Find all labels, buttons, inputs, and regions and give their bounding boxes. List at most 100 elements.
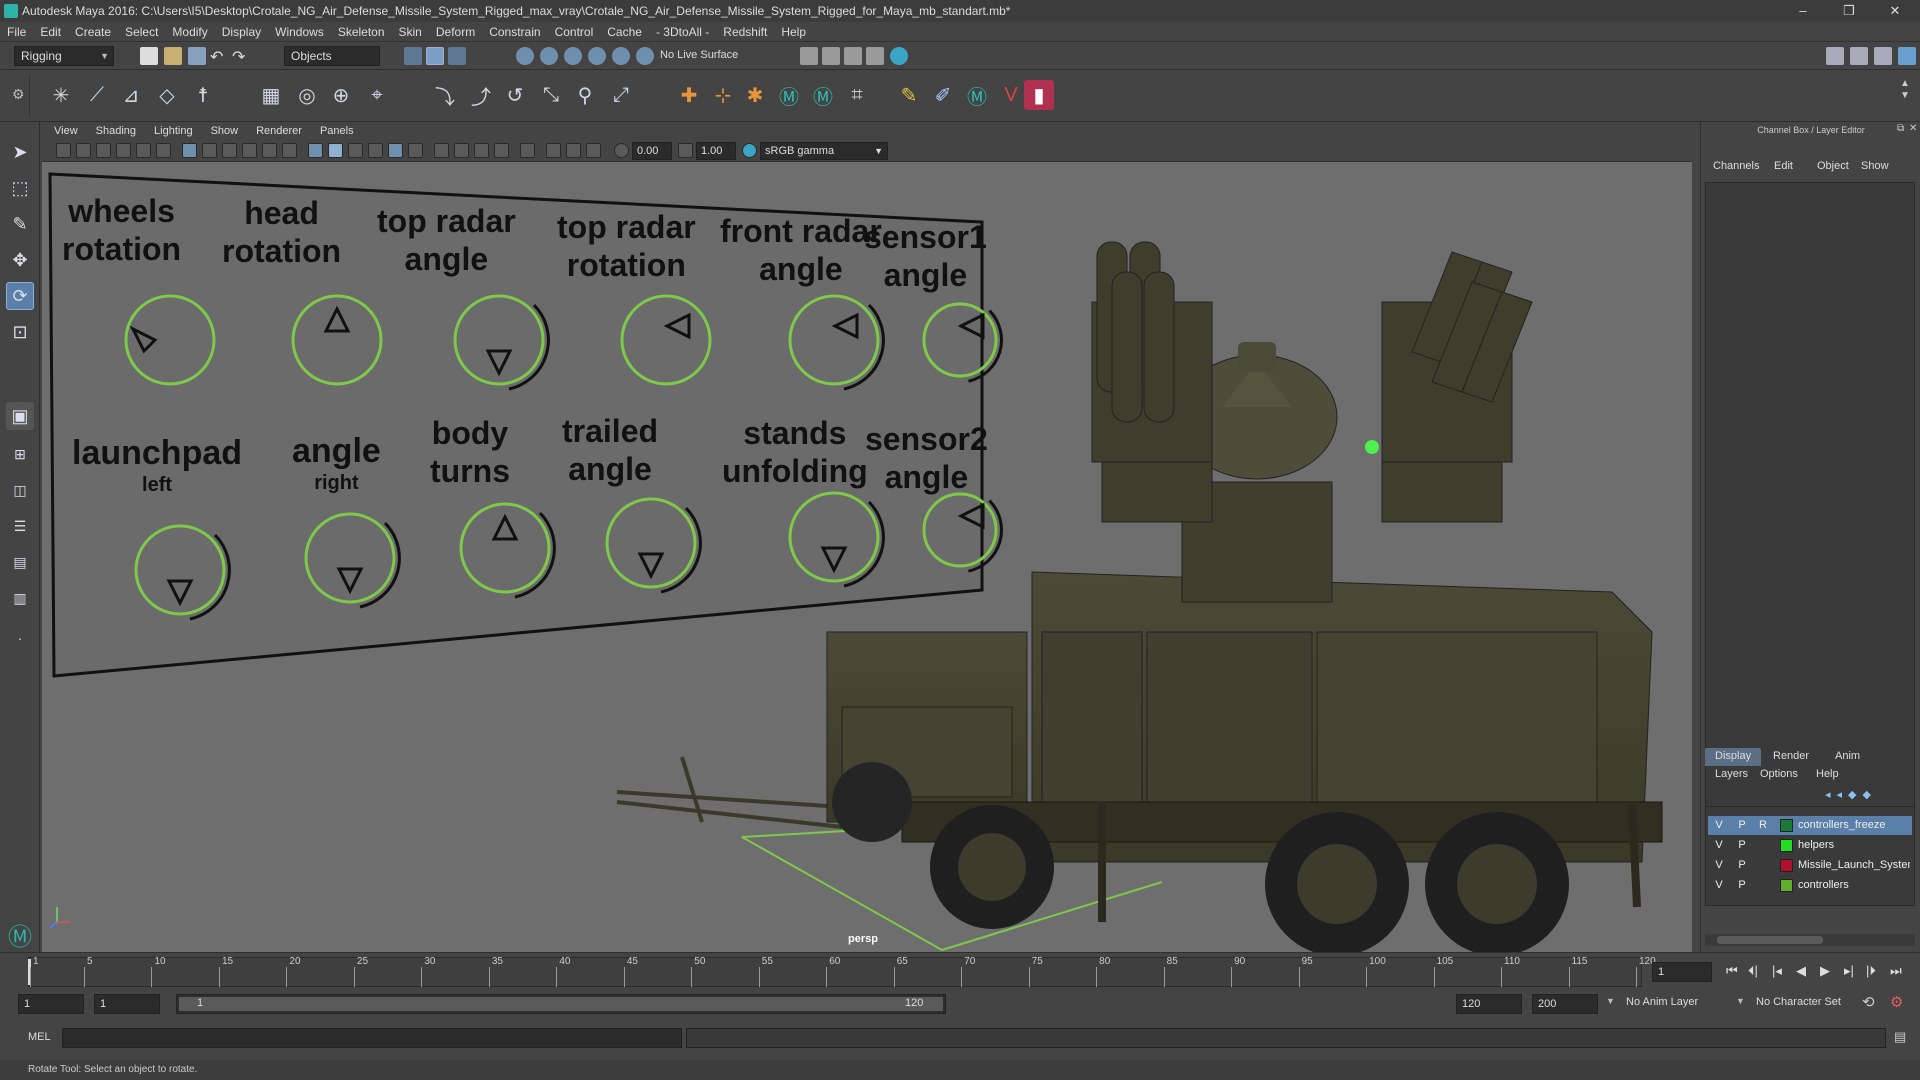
- range-slider[interactable]: 1 120: [176, 994, 946, 1014]
- color-management-icon[interactable]: [742, 143, 757, 158]
- panel-menu-show[interactable]: Show: [202, 122, 248, 140]
- render-view-icon[interactable]: [800, 47, 818, 65]
- tab-anim[interactable]: Anim: [1821, 748, 1877, 766]
- snap-point-icon[interactable]: [564, 47, 582, 65]
- auto-key-icon[interactable]: ⟲: [1862, 993, 1875, 1011]
- modeling-toolkit-icon[interactable]: [1826, 47, 1844, 65]
- tab-render[interactable]: Render: [1763, 748, 1819, 766]
- menu-skin[interactable]: Skin: [392, 22, 429, 42]
- resolution-gate-icon[interactable]: [222, 143, 237, 158]
- panel-menu-view[interactable]: View: [42, 122, 87, 140]
- four-view-layout-icon[interactable]: ⊞: [6, 440, 34, 468]
- go-to-end-icon[interactable]: ⏭: [1890, 963, 1902, 979]
- outliner-layout-icon[interactable]: ☰: [6, 512, 34, 540]
- character-set-dropdown[interactable]: No Character Set: [1756, 996, 1841, 1008]
- panel-menu-lighting[interactable]: Lighting: [145, 122, 202, 140]
- ik-handle-icon[interactable]: ⟋: [82, 80, 112, 110]
- layer-playback-toggle[interactable]: P: [1734, 836, 1750, 855]
- add-attribute-icon[interactable]: ⊹: [708, 80, 738, 110]
- render-settings-icon[interactable]: [866, 47, 884, 65]
- exposure-icon[interactable]: [614, 143, 629, 158]
- menu-select[interactable]: Select: [118, 22, 165, 42]
- layer-row[interactable]: V P Missile_Launch_System: [1708, 856, 1912, 875]
- channel-show-menu[interactable]: Show: [1861, 160, 1889, 172]
- live-surface-label[interactable]: No Live Surface: [660, 49, 738, 61]
- layer-row[interactable]: V Pcontrollers: [1708, 876, 1912, 895]
- menu-constrain[interactable]: Constrain: [482, 22, 547, 42]
- two-view-layout-icon[interactable]: ◫: [6, 476, 34, 504]
- select-object-icon[interactable]: [426, 47, 444, 65]
- wireframe-icon[interactable]: [308, 143, 323, 158]
- gate-mask-icon[interactable]: [242, 143, 257, 158]
- panel-menu-shading[interactable]: Shading: [87, 122, 145, 140]
- lattice-icon[interactable]: ▦: [256, 80, 286, 110]
- channels-menu[interactable]: Channels: [1713, 160, 1759, 172]
- channel-box-icon[interactable]: [1898, 47, 1916, 65]
- aim-constraint-icon[interactable]: ⤴: [466, 80, 496, 110]
- play-backward-icon[interactable]: ◀: [1796, 963, 1806, 979]
- layer-row[interactable]: V Phelpers: [1708, 836, 1912, 855]
- single-view-layout-icon[interactable]: ▣: [6, 402, 34, 430]
- menu-windows[interactable]: Windows: [268, 22, 331, 42]
- minimize-button[interactable]: –: [1780, 0, 1826, 22]
- gamma-field[interactable]: 1.00: [696, 142, 736, 160]
- channel-object-menu[interactable]: Object: [1817, 160, 1849, 172]
- layers-menu[interactable]: Layers: [1715, 768, 1748, 780]
- panel-menu-panels[interactable]: Panels: [311, 122, 363, 140]
- menuset-dropdown[interactable]: Rigging ▼: [14, 46, 114, 66]
- maya-tool-icon-2[interactable]: Ⓜ: [808, 80, 838, 110]
- anim-layer-dropdown[interactable]: No Anim Layer: [1626, 996, 1698, 1008]
- playback-end-field[interactable]: 120: [1456, 994, 1522, 1014]
- move-tool-icon[interactable]: ✥: [6, 246, 34, 274]
- snap-grid-icon[interactable]: [516, 47, 534, 65]
- snap-pivot-icon[interactable]: [636, 47, 654, 65]
- maya-tool-icon-3[interactable]: Ⓜ: [962, 80, 992, 110]
- hypershade-layout-icon[interactable]: ▥: [6, 584, 34, 612]
- attribute-editor-icon[interactable]: [1850, 47, 1868, 65]
- ik-spline-icon[interactable]: ⊿: [116, 80, 146, 110]
- menu-skeleton[interactable]: Skeleton: [331, 22, 392, 42]
- paint-weights-icon[interactable]: ✎: [894, 80, 924, 110]
- save-scene-icon[interactable]: [188, 47, 206, 65]
- layer-color-swatch[interactable]: [1780, 839, 1793, 852]
- wireframe-on-shaded-icon[interactable]: [348, 143, 363, 158]
- close-button[interactable]: ✕: [1872, 0, 1918, 22]
- layer-row[interactable]: V P Rcontrollers_freeze: [1708, 816, 1912, 835]
- backface-icon[interactable]: [474, 143, 489, 158]
- perspective-viewport[interactable]: wheels rotation head rotation top radar angle…: [42, 162, 1692, 952]
- tab-display[interactable]: Display: [1705, 748, 1761, 766]
- current-frame-field[interactable]: 1: [1652, 962, 1712, 982]
- layer-visibility-toggle[interactable]: V: [1711, 876, 1727, 895]
- select-component-icon[interactable]: [448, 47, 466, 65]
- maya-home-icon[interactable]: Ⓜ: [6, 920, 34, 951]
- time-slider[interactable]: 1 5 10 15 20 25 30 35 40 45 50 55 60 65 70 75 80 85 90 95 10…: [0, 952, 1920, 990]
- layer-create-icons[interactable]: ◂◂◆◆: [1825, 788, 1877, 801]
- orient-constraint-icon[interactable]: ↺: [500, 80, 530, 110]
- grid-toggle-icon[interactable]: [182, 143, 197, 158]
- preferences-icon[interactable]: ⚙: [1890, 993, 1903, 1011]
- gamma-icon[interactable]: [678, 143, 693, 158]
- create-joint-icon[interactable]: ✳: [46, 80, 76, 110]
- animation-end-field[interactable]: 200: [1532, 994, 1598, 1014]
- new-scene-icon[interactable]: [140, 47, 158, 65]
- select-hierarchy-icon[interactable]: [404, 47, 422, 65]
- chevron-down-icon[interactable]: ▼: [1606, 996, 1615, 1006]
- layer-scrollbar-thumb[interactable]: [1717, 936, 1823, 944]
- smooth-shade-icon[interactable]: [328, 143, 343, 158]
- step-forward-frame-icon[interactable]: ▸|: [1844, 963, 1854, 979]
- hypershade-icon[interactable]: [890, 47, 908, 65]
- menu-cache[interactable]: Cache: [600, 22, 649, 42]
- maximize-button[interactable]: ❐: [1826, 0, 1872, 22]
- playback-start-field[interactable]: 1: [94, 994, 160, 1014]
- snap-curve-icon[interactable]: [540, 47, 558, 65]
- mel-input[interactable]: [62, 1028, 682, 1048]
- scale-constraint-icon[interactable]: ⤡: [536, 80, 566, 110]
- menu-file[interactable]: File: [0, 22, 33, 42]
- parent-constraint-icon[interactable]: ⚲: [570, 80, 600, 110]
- ipr-render-icon[interactable]: [844, 47, 862, 65]
- animation-start-field[interactable]: 1: [18, 994, 84, 1014]
- bookmark-icon[interactable]: [96, 143, 111, 158]
- layer-playback-toggle[interactable]: P: [1734, 856, 1750, 875]
- more-layouts-icon[interactable]: ·: [6, 624, 34, 652]
- locator-icon[interactable]: ✚: [674, 80, 704, 110]
